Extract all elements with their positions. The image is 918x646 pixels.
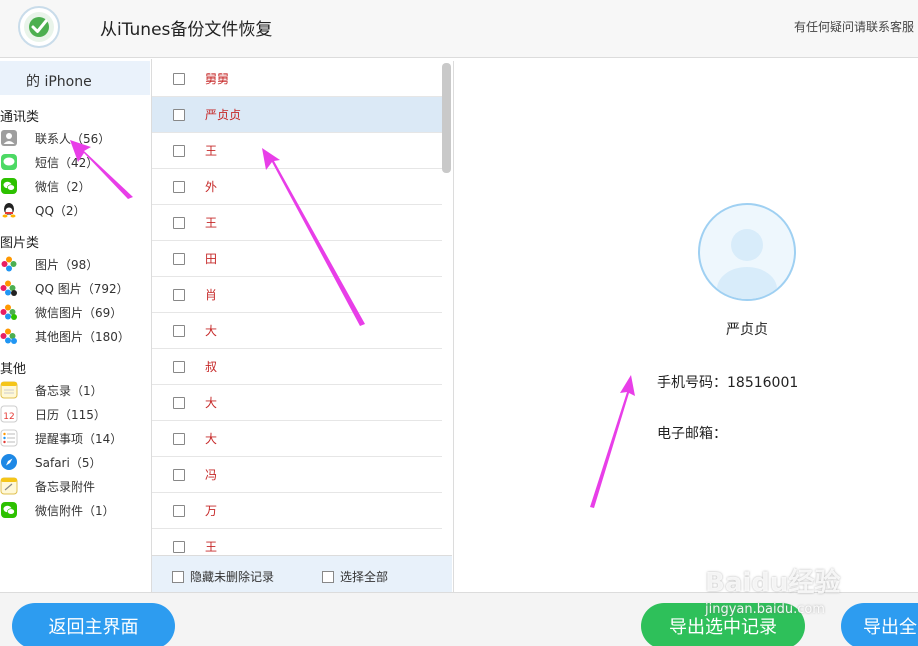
contact-detail-panel: 严贞贞 手机号码：18516001 电子邮箱： [453, 61, 918, 592]
svg-text:12: 12 [3, 412, 14, 422]
qq-photos-icon [0, 279, 18, 297]
table-row[interactable]: 外 [152, 169, 442, 205]
hide-deleted-checkbox[interactable] [172, 570, 184, 583]
list-scrollbar-thumb[interactable] [442, 63, 451, 173]
select-all-checkbox[interactable] [322, 570, 334, 583]
row-checkbox[interactable] [173, 324, 185, 337]
hide-deleted-option[interactable]: 隐藏未删除记录 [172, 568, 274, 585]
table-row[interactable]: 王 [152, 133, 442, 169]
select-all-option[interactable]: 选择全部 [322, 568, 388, 585]
sidebar-item-calendar[interactable]: 12 日历（115） [0, 403, 150, 425]
wechat-icon [0, 177, 18, 195]
sidebar-item-wechat-photos[interactable]: 微信图片（69） [0, 301, 150, 323]
row-checkbox[interactable] [173, 432, 185, 445]
table-row[interactable]: 王 [152, 205, 442, 241]
reminders-icon [0, 429, 18, 447]
row-checkbox[interactable] [173, 504, 185, 517]
avatar [698, 203, 796, 301]
checkmark-icon [29, 17, 49, 37]
table-row[interactable]: 大 [152, 385, 442, 421]
sidebar-item-notes[interactable]: 备忘录（1） [0, 379, 150, 401]
qq-icon [0, 201, 18, 219]
notes-icon [0, 381, 18, 399]
sidebar-item-wechat-attachments[interactable]: 微信附件（1） [0, 499, 150, 521]
other-photos-icon [0, 327, 18, 345]
bottom-bar: 返回主界面 导出选中记录 导出全 [0, 592, 918, 646]
contact-list: 舅舅 严贞贞 王 外 王 田 肖 大 叔 大 大 冯 万 王 [152, 61, 452, 555]
row-checkbox[interactable] [173, 540, 185, 553]
row-checkbox[interactable] [173, 72, 185, 85]
contact-name: 严贞贞 [726, 322, 768, 338]
row-checkbox[interactable] [173, 468, 185, 481]
email-field: 电子邮箱： [657, 423, 727, 443]
sidebar-item-reminders[interactable]: 提醒事项（14） [0, 427, 150, 449]
sidebar-item-safari[interactable]: Safari（5） [0, 451, 150, 473]
row-checkbox[interactable] [173, 360, 185, 373]
row-checkbox[interactable] [173, 180, 185, 193]
table-row[interactable]: 王 [152, 529, 442, 555]
back-to-main-button[interactable]: 返回主界面 [12, 603, 175, 646]
row-checkbox[interactable] [173, 288, 185, 301]
user-avatar-icon [717, 229, 777, 299]
category-title-communication: 通讯类 [0, 110, 40, 125]
table-row[interactable]: 万 [152, 493, 442, 529]
row-checkbox[interactable] [173, 252, 185, 265]
table-row[interactable]: 大 [152, 313, 442, 349]
table-row-selected[interactable]: 严贞贞 [152, 97, 442, 133]
sidebar-item-wechat[interactable]: 微信（2） [0, 175, 150, 197]
app-logo [18, 6, 60, 48]
list-footer: 隐藏未删除记录 选择全部 [152, 555, 452, 592]
table-row[interactable]: 田 [152, 241, 442, 277]
category-title-photos: 图片类 [0, 236, 40, 251]
photos-icon [0, 255, 18, 273]
table-row[interactable]: 冯 [152, 457, 442, 493]
wechat-photos-icon [0, 303, 18, 321]
sidebar-item-photos[interactable]: 图片（98） [0, 253, 150, 275]
email-label: 电子邮箱： [657, 426, 727, 442]
row-checkbox[interactable] [173, 108, 185, 121]
baidu-watermark-url: jingyan.baidu.com [705, 602, 825, 617]
sidebar: 的 iPhone 通讯类 联系人（56） 短信（42） 微信（2） QQ（2） … [0, 59, 152, 592]
sidebar-item-contacts[interactable]: 联系人（56） [0, 127, 150, 149]
category-title-other: 其他 [0, 362, 27, 377]
contacts-icon [0, 129, 18, 147]
support-link[interactable]: 有任何疑问请联系客服 [794, 18, 914, 35]
sidebar-item-messages[interactable]: 短信（42） [0, 151, 150, 173]
row-checkbox[interactable] [173, 396, 185, 409]
export-all-button[interactable]: 导出全 [841, 603, 918, 646]
wechat-attachment-icon [0, 501, 18, 519]
table-row[interactable]: 大 [152, 421, 442, 457]
table-row[interactable]: 叔 [152, 349, 442, 385]
sidebar-item-other-photos[interactable]: 其他图片（180） [0, 325, 150, 347]
sidebar-item-notes-attachments[interactable]: 备忘录附件 [0, 475, 150, 497]
sidebar-item-qq-photos[interactable]: QQ 图片（792） [0, 277, 150, 299]
app-header: 从iTunes备份文件恢复 有任何疑问请联系客服 [0, 0, 918, 58]
table-row[interactable]: 肖 [152, 277, 442, 313]
baidu-watermark: Baidu经验 [705, 568, 841, 598]
phone-label: 手机号码： [657, 375, 727, 391]
phone-value: 18516001 [727, 375, 799, 391]
app-title: 从iTunes备份文件恢复 [100, 20, 273, 40]
messages-icon [0, 153, 18, 171]
row-checkbox[interactable] [173, 216, 185, 229]
notes-attachment-icon [0, 477, 18, 495]
phone-field: 手机号码：18516001 [657, 372, 798, 392]
safari-icon [0, 453, 18, 471]
sidebar-item-qq[interactable]: QQ（2） [0, 199, 150, 221]
calendar-icon: 12 [0, 405, 18, 423]
row-checkbox[interactable] [173, 144, 185, 157]
table-row[interactable]: 舅舅 [152, 61, 442, 97]
device-name[interactable]: 的 iPhone [0, 61, 150, 95]
